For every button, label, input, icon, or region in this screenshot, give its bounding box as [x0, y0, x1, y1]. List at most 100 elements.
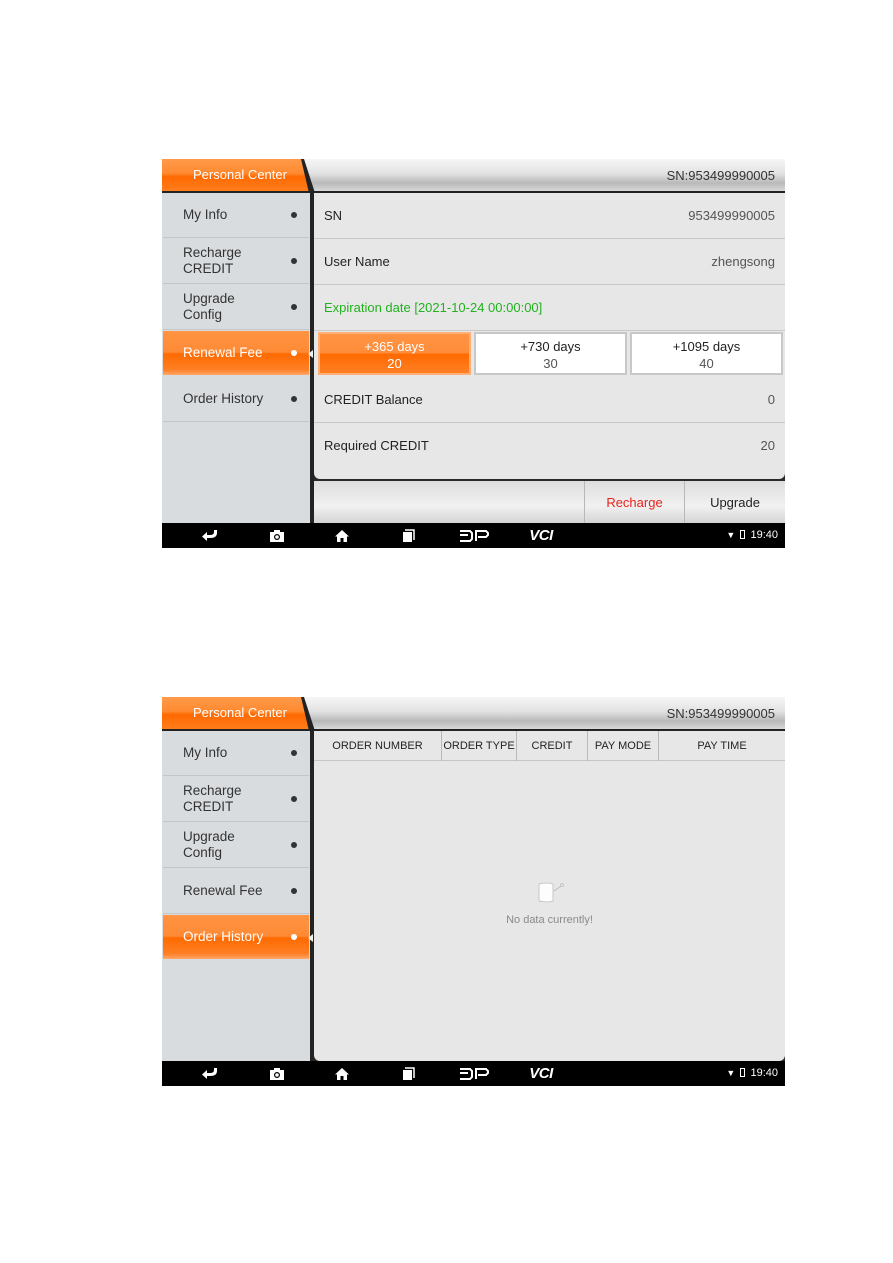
sidebar-item-label: Upgrade Config [183, 829, 235, 860]
username-value: zhengsong [711, 254, 775, 269]
sn-header: SN:953499990005 [666, 168, 775, 183]
camera-icon[interactable] [265, 1061, 289, 1086]
sidebar-item-order-history[interactable]: Order History [163, 377, 309, 422]
option-credit: 30 [543, 356, 558, 371]
column-header-order-number[interactable]: ORDER NUMBER [314, 731, 442, 761]
order-history-screen: Personal Center SN:953499990005 My Info … [162, 697, 785, 1086]
option-1095-days[interactable]: +1095 days 40 [630, 332, 783, 375]
bullet-icon [291, 304, 297, 310]
sidebar-item-my-info[interactable]: My Info [163, 193, 309, 238]
page-title: Personal Center [193, 705, 287, 720]
sidebar-item-renewal-fee[interactable]: Renewal Fee [163, 869, 309, 914]
clock: 19:40 [750, 529, 778, 541]
page-title: Personal Center [193, 167, 287, 182]
expiration-date: Expiration date [2021-10-24 00:00:00] [324, 300, 543, 315]
sidebar-item-label: Order History [183, 929, 264, 944]
username-row: User Name zhengsong [314, 239, 785, 285]
sidebar-item-label: Recharge CREDIT [183, 245, 242, 276]
sn-header: SN:953499990005 [666, 706, 775, 721]
option-days: +365 days [364, 339, 425, 354]
action-bar: Recharge Upgrade [314, 481, 785, 523]
back-icon[interactable] [198, 523, 222, 548]
empty-message: No data currently! [506, 914, 593, 926]
column-header-pay-mode[interactable]: PAY MODE [588, 731, 659, 761]
bullet-icon [291, 842, 297, 848]
credit-balance-value: 0 [767, 392, 775, 407]
option-730-days[interactable]: +730 days 30 [474, 332, 627, 375]
sidebar-item-recharge-credit[interactable]: Recharge CREDIT [163, 777, 309, 822]
bullet-icon [291, 888, 297, 894]
sidebar-item-label: Renewal Fee [183, 883, 263, 898]
bullet-icon [291, 750, 297, 756]
option-days: +730 days [520, 339, 581, 354]
bullet-icon [291, 350, 297, 356]
home-icon[interactable] [330, 523, 354, 548]
table-header: ORDER NUMBER ORDER TYPE CREDIT PAY MODE … [314, 731, 785, 761]
recent-apps-icon[interactable] [396, 523, 420, 548]
sidebar-item-label: Order History [183, 391, 264, 406]
bullet-icon [291, 258, 297, 264]
sn-label: SN [324, 208, 343, 223]
dp-icon[interactable] [458, 1061, 490, 1086]
bullet-icon [291, 796, 297, 802]
bullet-icon [291, 396, 297, 402]
wifi-icon: ▼ [726, 1068, 736, 1078]
sidebar-item-label: My Info [183, 207, 228, 222]
vci-icon[interactable]: VCI [524, 523, 558, 548]
sidebar-item-upgrade-config[interactable]: Upgrade Config [163, 285, 309, 330]
sn-row: SN 953499990005 [314, 193, 785, 239]
sidebar-item-label: Renewal Fee [183, 345, 263, 360]
credit-balance-label: CREDIT Balance [324, 392, 423, 407]
column-header-credit[interactable]: CREDIT [517, 731, 588, 761]
empty-state: No data currently! [314, 881, 785, 926]
battery-icon [740, 530, 746, 539]
home-icon[interactable] [330, 1061, 354, 1086]
vci-icon[interactable]: VCI [524, 1061, 558, 1086]
renewal-content: SN 953499990005 User Name zhengsong Expi… [314, 193, 785, 479]
sidebar-item-upgrade-config[interactable]: Upgrade Config [163, 823, 309, 868]
recent-apps-icon[interactable] [396, 1061, 420, 1086]
renewal-options: +365 days 20 +730 days 30 +1095 days 40 [318, 332, 783, 375]
sidebar: My Info Recharge CREDIT Upgrade Config R… [162, 193, 310, 523]
back-icon[interactable] [198, 1061, 222, 1086]
username-label: User Name [324, 254, 390, 269]
expiration-row: Expiration date [2021-10-24 00:00:00] [314, 285, 785, 331]
credit-balance-row: CREDIT Balance 0 [314, 377, 785, 423]
status-area: ▼ 19:40 [726, 523, 778, 548]
required-credit-label: Required CREDIT [324, 438, 429, 453]
sidebar-item-order-history[interactable]: Order History [163, 915, 309, 960]
bullet-icon [291, 934, 297, 940]
required-credit-row: Required CREDIT 20 [314, 423, 785, 469]
upgrade-button[interactable]: Upgrade [684, 481, 785, 523]
renewal-fee-screen: Personal Center SN:953499990005 My Info … [162, 159, 785, 548]
active-pointer-icon [308, 934, 313, 942]
option-365-days[interactable]: +365 days 20 [318, 332, 471, 375]
battery-icon [740, 1068, 746, 1077]
sn-value: 953499990005 [688, 208, 775, 223]
column-header-order-type[interactable]: ORDER TYPE [442, 731, 517, 761]
sidebar-item-label: Recharge CREDIT [183, 783, 242, 814]
bullet-icon [291, 212, 297, 218]
active-pointer-icon [308, 350, 313, 358]
system-navbar: VCI ▼ 19:40 [162, 523, 785, 548]
system-navbar: VCI ▼ 19:40 [162, 1061, 785, 1086]
option-days: +1095 days [672, 339, 741, 354]
sidebar-item-label: Upgrade Config [183, 291, 235, 322]
recharge-button[interactable]: Recharge [584, 481, 684, 523]
sidebar: My Info Recharge CREDIT Upgrade Config R… [162, 731, 310, 1061]
empty-document-icon [538, 882, 564, 903]
status-area: ▼ 19:40 [726, 1061, 778, 1086]
sidebar-item-my-info[interactable]: My Info [163, 731, 309, 776]
clock: 19:40 [750, 1067, 778, 1079]
sidebar-item-renewal-fee[interactable]: Renewal Fee [163, 331, 309, 376]
option-credit: 20 [387, 356, 402, 371]
dp-icon[interactable] [458, 523, 490, 548]
sidebar-item-recharge-credit[interactable]: Recharge CREDIT [163, 239, 309, 284]
required-credit-value: 20 [760, 438, 775, 453]
sidebar-item-label: My Info [183, 745, 228, 760]
column-header-pay-time[interactable]: PAY TIME [659, 731, 785, 761]
order-history-content: ORDER NUMBER ORDER TYPE CREDIT PAY MODE … [314, 731, 785, 1061]
wifi-icon: ▼ [726, 530, 736, 540]
option-credit: 40 [699, 356, 714, 371]
camera-icon[interactable] [265, 523, 289, 548]
